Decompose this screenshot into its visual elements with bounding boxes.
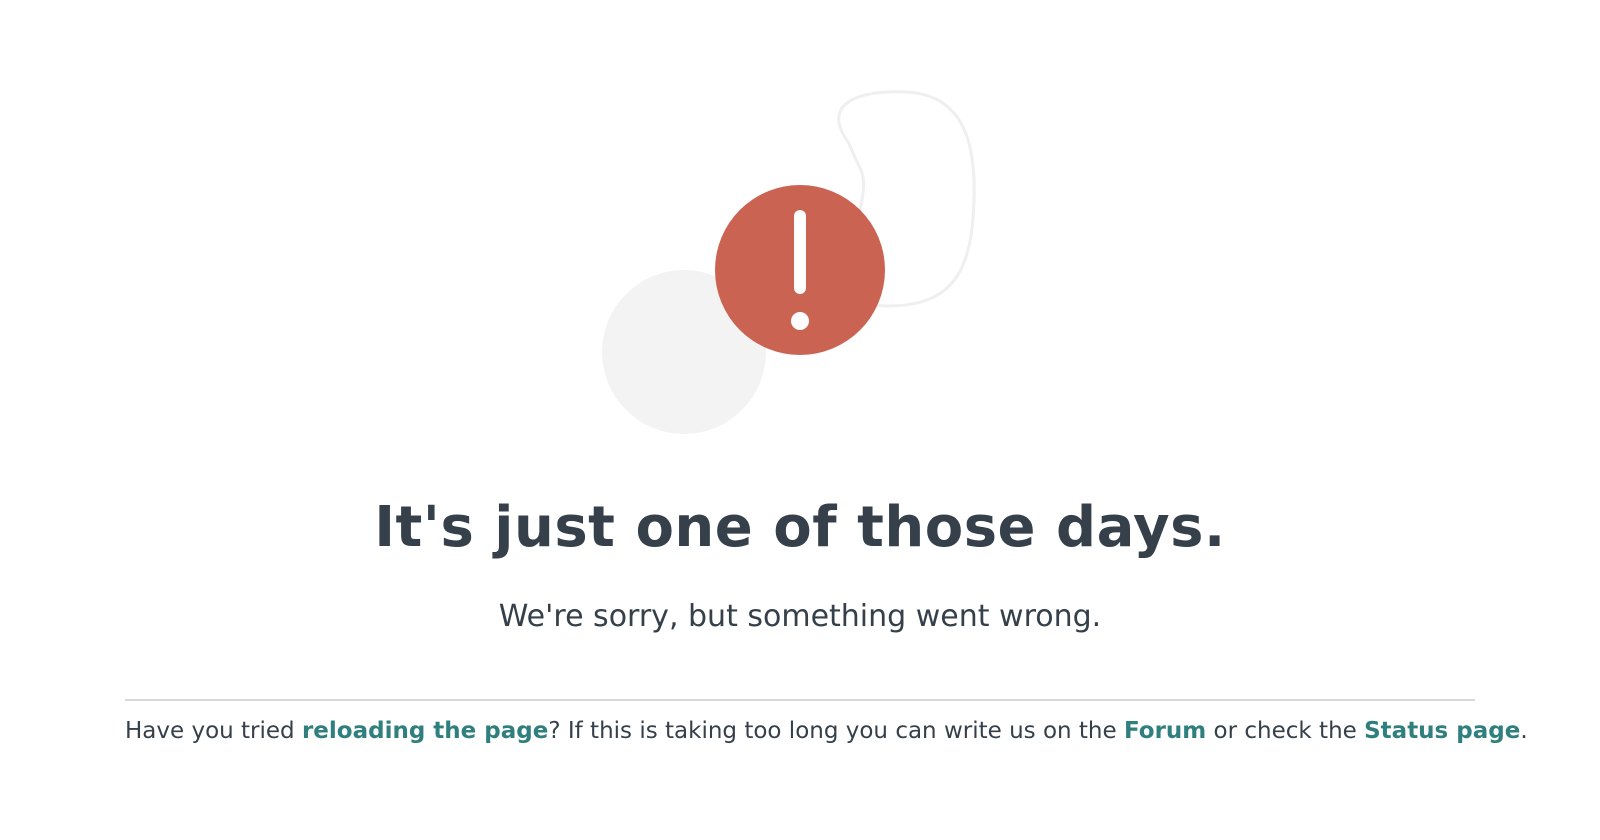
help-text-end: . bbox=[1520, 718, 1528, 744]
help-message: Have you tried reloading the page? If th… bbox=[125, 716, 1528, 746]
error-subline: We're sorry, but something went wrong. bbox=[498, 599, 1102, 634]
error-illustration bbox=[0, 0, 1600, 460]
status-page-link[interactable]: Status page bbox=[1364, 718, 1520, 744]
exclamation-dot bbox=[791, 312, 809, 330]
reload-page-link[interactable]: reloading the page bbox=[302, 718, 548, 744]
help-text-status-intro: or check the bbox=[1206, 718, 1365, 744]
exclamation-icon bbox=[715, 185, 885, 355]
exclamation-bar bbox=[794, 210, 806, 294]
help-text-middle: ? If this is taking too long you can wri… bbox=[548, 718, 1124, 744]
help-text-intro: Have you tried bbox=[125, 718, 302, 744]
divider bbox=[125, 699, 1475, 701]
error-headline: It's just one of those days. bbox=[374, 495, 1226, 560]
forum-link[interactable]: Forum bbox=[1124, 718, 1206, 744]
error-illustration-graphic bbox=[602, 90, 976, 434]
